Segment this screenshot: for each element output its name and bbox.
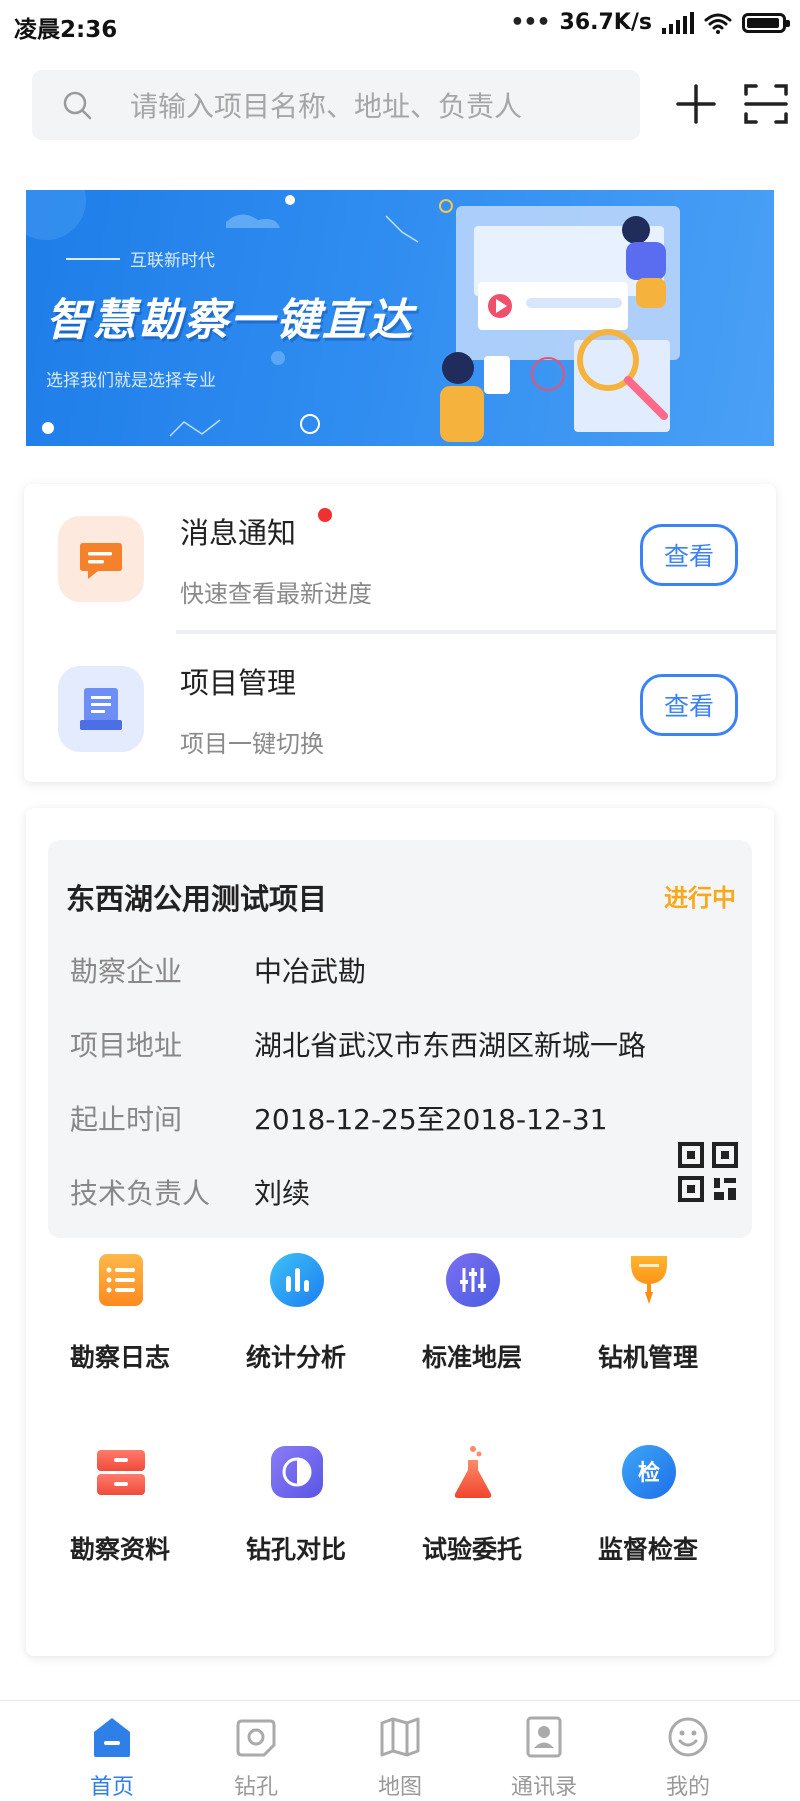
status-time: 凌晨2:36 bbox=[14, 17, 118, 43]
banner-tagline: 互联新时代 bbox=[66, 246, 215, 271]
stratum-icon bbox=[446, 1253, 500, 1307]
tab-label: 首页 bbox=[89, 1775, 134, 1800]
tab-borehole[interactable]: 钻孔 bbox=[176, 1701, 336, 1801]
info-label: 技术负责人 bbox=[70, 1177, 211, 1210]
promo-banner[interactable]: 互联新时代 智慧勘察一键直达 选择我们就是选择专业 bbox=[26, 190, 774, 446]
unread-dot bbox=[318, 508, 332, 522]
home-icon bbox=[94, 1718, 130, 1757]
signal-icon bbox=[662, 11, 694, 34]
func-label: 勘察日志 bbox=[69, 1343, 170, 1372]
tab-contacts[interactable]: 通讯录 bbox=[464, 1701, 624, 1801]
tab-label: 钻孔 bbox=[233, 1775, 278, 1800]
tab-home[interactable]: 首页 bbox=[32, 1701, 192, 1801]
project-summary[interactable]: 东西湖公用测试项目 进行中 勘察企业 中冶武勘 项目地址 湖北省武汉市东西湖区新… bbox=[48, 840, 752, 1238]
func-label: 试验委托 bbox=[421, 1535, 522, 1564]
tab-label: 我的 bbox=[665, 1775, 710, 1800]
project-icon bbox=[58, 666, 144, 752]
info-label: 项目地址 bbox=[70, 1029, 183, 1062]
battery-icon bbox=[742, 12, 790, 33]
banner-subtitle: 选择我们就是选择专业 bbox=[46, 371, 216, 391]
bottom-tab-bar: 首页 钻孔 地图 通讯录 我的 bbox=[0, 1700, 800, 1801]
tab-profile[interactable]: 我的 bbox=[608, 1701, 768, 1801]
wifi-icon bbox=[704, 13, 732, 34]
tab-label: 通讯录 bbox=[510, 1775, 577, 1800]
func-supervision[interactable]: 检 监督检查 bbox=[568, 1440, 728, 1590]
tab-label: 地图 bbox=[377, 1775, 422, 1800]
info-value: 中冶武勘 bbox=[254, 955, 367, 988]
status-badge: 进行中 bbox=[664, 884, 736, 912]
flask-icon bbox=[454, 1446, 492, 1498]
message-icon bbox=[58, 516, 144, 602]
info-value: 湖北省武汉市东西湖区新城一路 bbox=[254, 1029, 647, 1062]
quick-entry-card: 消息通知 快速查看最新进度 查看 项目管理 项目一键切换 查看 bbox=[24, 484, 776, 782]
entry-project[interactable]: 项目管理 项目一键切换 查看 bbox=[24, 634, 776, 782]
func-label: 统计分析 bbox=[245, 1343, 346, 1372]
func-survey-log[interactable]: 勘察日志 bbox=[40, 1248, 200, 1398]
entry-subtitle: 快速查看最新进度 bbox=[180, 580, 372, 608]
archive-icon bbox=[97, 1450, 145, 1495]
search-input[interactable] bbox=[128, 70, 622, 142]
view-messages-button[interactable]: 查看 bbox=[640, 524, 738, 586]
entry-subtitle: 项目一键切换 bbox=[180, 730, 324, 758]
view-projects-button[interactable]: 查看 bbox=[640, 674, 738, 736]
info-value: 2018-12-25至2018-12-31 bbox=[254, 1103, 608, 1136]
status-bar: 凌晨2:36 ••• 36.7K/s bbox=[0, 0, 800, 52]
tab-map[interactable]: 地图 bbox=[320, 1701, 480, 1801]
project-name: 东西湖公用测试项目 bbox=[66, 882, 328, 916]
func-label: 勘察资料 bbox=[69, 1535, 170, 1564]
entry-title: 项目管理 bbox=[180, 666, 297, 700]
dots-icon: ••• bbox=[510, 10, 550, 35]
compare-icon bbox=[271, 1446, 323, 1498]
banner-title: 智慧勘察一键直达 bbox=[46, 295, 414, 346]
qr-code-icon[interactable] bbox=[678, 1142, 738, 1202]
profile-icon bbox=[668, 1717, 708, 1757]
log-icon bbox=[99, 1254, 143, 1306]
entry-title: 消息通知 bbox=[180, 516, 297, 550]
status-indicators: ••• 36.7K/s bbox=[510, 10, 790, 35]
func-label: 监督检查 bbox=[597, 1535, 698, 1564]
borehole-icon bbox=[236, 1719, 276, 1757]
func-label: 钻机管理 bbox=[597, 1343, 698, 1372]
contacts-icon bbox=[526, 1716, 562, 1758]
search-icon bbox=[63, 91, 92, 120]
search-bar[interactable] bbox=[32, 70, 640, 142]
func-borehole-compare[interactable]: 钻孔对比 bbox=[216, 1440, 376, 1590]
entry-message[interactable]: 消息通知 快速查看最新进度 查看 bbox=[24, 484, 776, 632]
info-value: 刘续 bbox=[254, 1177, 311, 1210]
func-label: 标准地层 bbox=[421, 1343, 522, 1372]
func-test-commission[interactable]: 试验委托 bbox=[392, 1440, 552, 1590]
scan-icon[interactable] bbox=[742, 80, 790, 128]
net-speed: 36.7K/s bbox=[559, 10, 652, 35]
info-label: 勘察企业 bbox=[70, 955, 183, 988]
func-survey-data[interactable]: 勘察资料 bbox=[40, 1440, 200, 1590]
func-standard-stratum[interactable]: 标准地层 bbox=[392, 1248, 552, 1398]
map-icon bbox=[380, 1717, 420, 1757]
info-label: 起止时间 bbox=[70, 1103, 183, 1136]
func-label: 钻孔对比 bbox=[245, 1535, 346, 1564]
svg-text:检: 检 bbox=[638, 1460, 660, 1486]
project-card: 东西湖公用测试项目 进行中 勘察企业 中冶武勘 项目地址 湖北省武汉市东西湖区新… bbox=[26, 808, 774, 1656]
func-statistics[interactable]: 统计分析 bbox=[216, 1248, 376, 1398]
func-drill-rig[interactable]: 钻机管理 bbox=[568, 1248, 728, 1398]
inspect-icon: 检 bbox=[622, 1445, 676, 1499]
drill-rig-icon bbox=[631, 1256, 667, 1304]
stats-icon bbox=[270, 1253, 324, 1307]
add-icon[interactable] bbox=[672, 80, 720, 128]
